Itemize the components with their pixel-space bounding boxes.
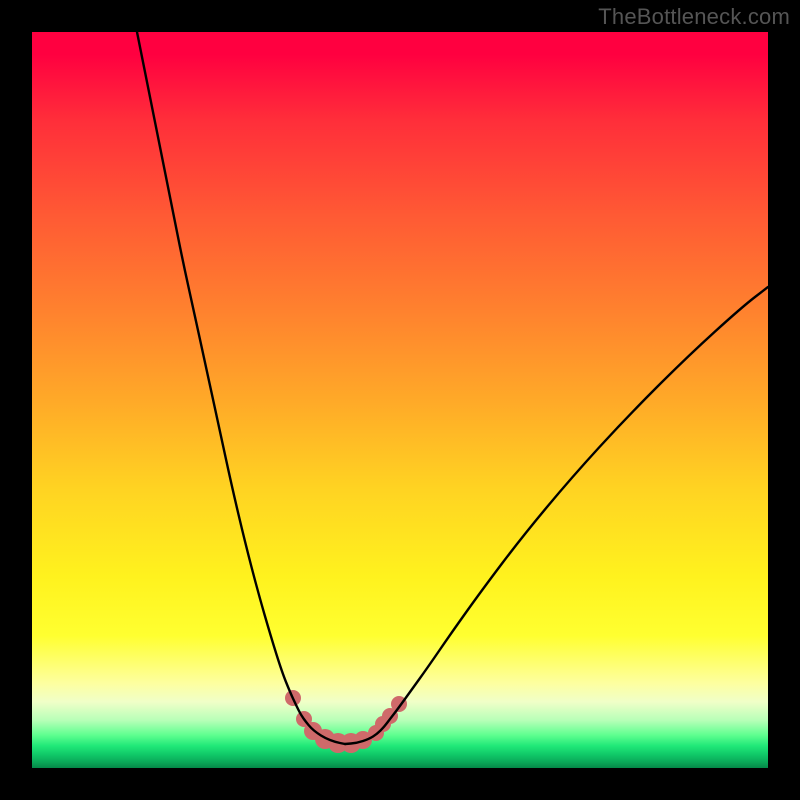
right-curve bbox=[345, 287, 768, 744]
left-curve bbox=[137, 32, 345, 744]
chart-svg bbox=[32, 32, 768, 768]
watermark-text: TheBottleneck.com bbox=[598, 4, 790, 30]
plot-area bbox=[32, 32, 768, 768]
chart-frame: TheBottleneck.com bbox=[0, 0, 800, 800]
